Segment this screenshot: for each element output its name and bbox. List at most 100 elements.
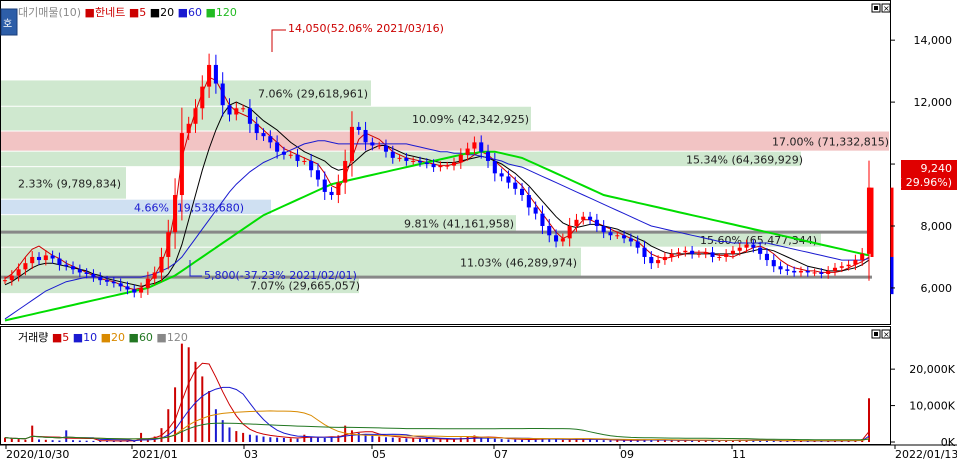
candle-body bbox=[315, 170, 320, 180]
volume-bar bbox=[289, 438, 292, 442]
volume-profile-label: 11.03% (46,289,974) bbox=[460, 256, 577, 269]
legend-item: 10 bbox=[83, 331, 97, 344]
volume-panel-border bbox=[0, 326, 891, 445]
candle-body bbox=[118, 283, 123, 287]
volume-profile-label: 17.00% (71,332,815) bbox=[772, 136, 889, 149]
candle-body bbox=[363, 129, 368, 143]
candle-body bbox=[417, 160, 423, 163]
volume-bar bbox=[384, 437, 387, 442]
candle-body bbox=[533, 207, 538, 214]
volume-bar bbox=[500, 439, 503, 442]
candle-body bbox=[30, 256, 35, 264]
candle-body bbox=[57, 258, 62, 265]
candle-body bbox=[309, 160, 314, 171]
stock-chart-window: 7.07% (29,665,057) 11.03% (46,289,974) 15.… bbox=[0, 0, 957, 462]
candle-body bbox=[336, 182, 341, 196]
candle-body bbox=[499, 173, 504, 177]
volume-bar bbox=[378, 436, 381, 442]
candle-body bbox=[261, 133, 266, 137]
volume-ma-10-line bbox=[4, 386, 870, 442]
candle-body bbox=[213, 64, 218, 84]
candle-body bbox=[608, 232, 613, 236]
candle-body bbox=[445, 165, 450, 167]
volume-profile-label: 4.66% (19,538,680) bbox=[134, 201, 244, 214]
candle-body bbox=[805, 270, 810, 273]
candle-body bbox=[724, 253, 729, 257]
volume-bar bbox=[398, 437, 401, 442]
volume-bar bbox=[602, 440, 605, 442]
candle-body bbox=[322, 179, 327, 192]
candle-body bbox=[792, 270, 797, 273]
legend-item: 20 bbox=[160, 6, 174, 19]
legend-item: 5 bbox=[139, 6, 146, 19]
candle-body bbox=[764, 253, 769, 261]
volume-bar bbox=[282, 437, 285, 442]
candle-body bbox=[370, 142, 375, 146]
volume-profile-label: 9.81% (41,161,958) bbox=[404, 218, 514, 231]
candle-body bbox=[377, 145, 382, 147]
volume-bar bbox=[555, 439, 558, 442]
candle-body bbox=[132, 289, 137, 293]
candle-body bbox=[179, 133, 184, 196]
candle-body bbox=[560, 238, 565, 242]
volume-profile-label: 15.34% (64,369,929) bbox=[686, 153, 803, 166]
legend-item: 120 bbox=[167, 331, 188, 344]
candle-body bbox=[649, 256, 654, 264]
high-annotation: 14,050(52.06% 2021/03/16) bbox=[288, 22, 444, 35]
candle-body bbox=[234, 108, 239, 115]
candle-body bbox=[329, 191, 334, 196]
candle-body bbox=[207, 64, 212, 87]
volume-bar bbox=[248, 434, 251, 442]
volume-ma-5-line bbox=[4, 362, 870, 442]
volume-bar bbox=[371, 435, 374, 442]
candle-body bbox=[302, 160, 307, 162]
candle-body bbox=[50, 255, 55, 259]
candle-body bbox=[506, 176, 511, 183]
candle-body bbox=[166, 232, 171, 257]
candle-body bbox=[853, 260, 858, 265]
price-plot: 7.07% (29,665,057)11.03% (46,289,974)15.… bbox=[1, 29, 894, 322]
candle-body bbox=[798, 270, 804, 273]
legend-item: 한네트 bbox=[95, 6, 125, 19]
candle-body bbox=[492, 160, 497, 174]
candle-body bbox=[819, 272, 824, 274]
volume-bar bbox=[568, 439, 571, 442]
candle-body bbox=[526, 195, 531, 208]
candle-body bbox=[615, 235, 620, 237]
candle-body bbox=[343, 160, 348, 183]
volume-bar bbox=[24, 439, 27, 442]
volume-bar bbox=[548, 439, 551, 442]
x-axis-label: 09 bbox=[620, 448, 634, 461]
legend-item: 5 bbox=[62, 331, 69, 344]
candle-body bbox=[70, 266, 76, 270]
volume-plot bbox=[4, 343, 870, 442]
volume-panel-controls: × bbox=[871, 329, 891, 339]
candle-body bbox=[451, 162, 457, 166]
volume-axis-label: 10,000K bbox=[909, 400, 955, 413]
candle-body bbox=[383, 145, 389, 152]
candle-body bbox=[16, 269, 21, 276]
volume-bar bbox=[201, 376, 204, 442]
candle-body bbox=[438, 165, 443, 168]
volume-bar bbox=[391, 437, 394, 442]
candle-body bbox=[690, 250, 695, 254]
legend-item: 60 bbox=[139, 331, 153, 344]
candle-body bbox=[588, 216, 593, 220]
volume-profile-label: 7.06% (29,618,961) bbox=[258, 88, 368, 101]
volume-bar bbox=[17, 439, 20, 442]
candle-body bbox=[472, 142, 477, 149]
volume-bar bbox=[521, 439, 524, 442]
volume-bar bbox=[418, 438, 421, 442]
candle-body bbox=[540, 213, 545, 226]
candle-body bbox=[730, 250, 735, 254]
candle-body bbox=[656, 260, 661, 264]
candle-body bbox=[751, 244, 756, 248]
candle-body bbox=[710, 252, 715, 257]
volume-bar bbox=[92, 440, 95, 442]
candle-body bbox=[200, 86, 205, 109]
candle-body bbox=[125, 286, 130, 290]
volume-bar bbox=[670, 440, 673, 442]
volume-bar bbox=[350, 430, 353, 442]
candle-body bbox=[826, 270, 831, 274]
candle-body bbox=[356, 126, 361, 130]
